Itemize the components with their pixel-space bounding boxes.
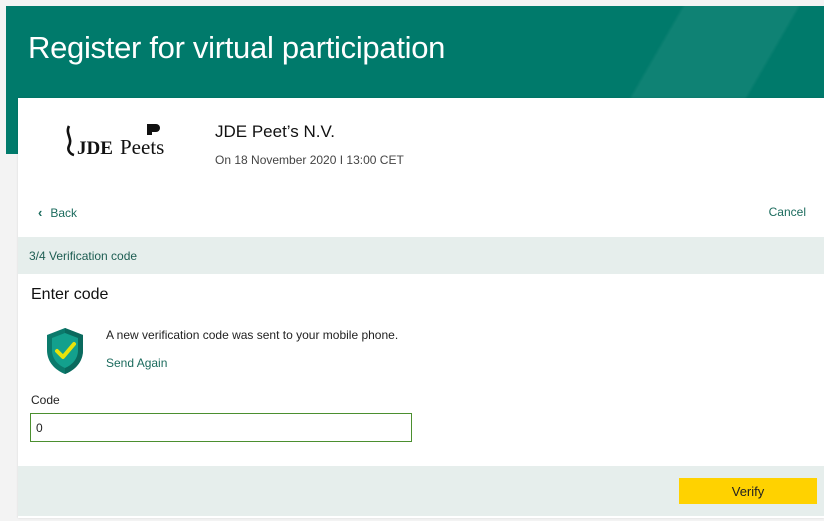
registration-card: JDE Peets JDE Peet’s N.V. On 18 November… <box>18 98 824 518</box>
shield-check-icon <box>47 328 83 374</box>
svg-text:JDE: JDE <box>77 138 113 159</box>
footer-bar: Verify <box>18 466 824 516</box>
svg-text:Peets: Peets <box>120 135 164 159</box>
code-input[interactable] <box>30 413 412 442</box>
company-logo: JDE Peets <box>66 124 164 159</box>
chevron-left-icon: ‹ <box>38 205 43 220</box>
page-title: Register for virtual participation <box>28 30 446 65</box>
meeting-date: On 18 November 2020 I 13:00 CET <box>215 153 404 167</box>
step-label: 3/4 Verification code <box>29 249 138 263</box>
company-name: JDE Peet’s N.V. <box>215 122 336 141</box>
back-label: Back <box>50 205 78 220</box>
step-indicator: 3/4 Verification code <box>18 237 824 274</box>
cancel-link[interactable]: Cancel <box>769 205 806 219</box>
back-link[interactable]: ‹ Back <box>38 205 77 220</box>
verification-message: A new verification code was sent to your… <box>106 328 399 342</box>
verify-button[interactable]: Verify <box>679 478 817 504</box>
section-title: Enter code <box>31 286 109 303</box>
code-label: Code <box>31 393 60 407</box>
send-again-link[interactable]: Send Again <box>106 356 167 370</box>
